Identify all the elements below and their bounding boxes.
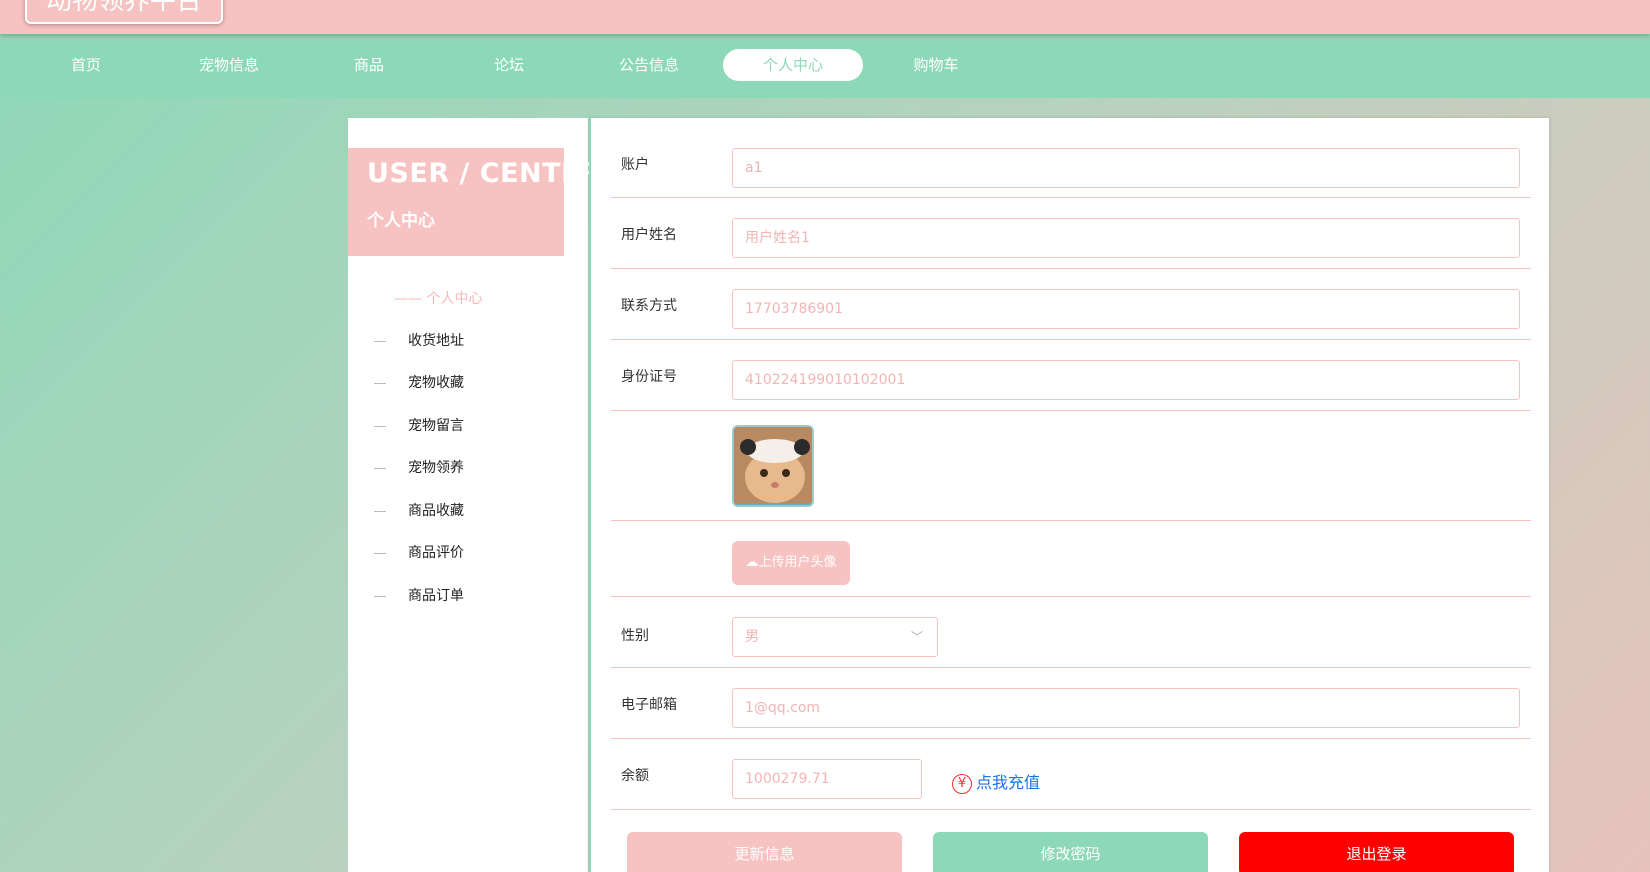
recharge-label: 点我充值 [976,773,1041,792]
user-center-title: USER / CENTER [367,158,602,189]
sidebar-item-product-orders[interactable]: 商品订单 [374,585,574,607]
idcard-field[interactable]: 410224199010102001 [732,360,1520,400]
nav-forum[interactable]: 论坛 [439,49,579,81]
cat-avatar-icon [734,427,812,505]
idcard-label: 身份证号 [621,369,677,385]
dash-icon [374,595,386,597]
form-row-idcard: 身份证号 410224199010102001 [611,340,1531,411]
balance-label: 余额 [621,768,649,784]
form-row-gender: 性别 男 ﹀ [611,597,1531,668]
nav-announcements[interactable]: 公告信息 [579,49,719,81]
top-bar: 动物领养平台 [0,0,1650,34]
email-label: 电子邮箱 [621,697,677,713]
yen-icon: ¥ [952,773,972,794]
dash-icon [374,382,386,384]
site-title: 动物领养平台 [45,0,202,16]
sidebar-item-label: 商品收藏 [408,503,464,519]
sidebar-item-label: 商品评价 [408,545,464,561]
nav-user-center[interactable]: 个人中心 [723,49,863,81]
form-row-username: 用户姓名 用户姓名1 [611,198,1531,269]
account-field[interactable]: a1 [732,148,1520,188]
dash-icon [374,510,386,512]
nav-cart[interactable]: 购物车 [866,49,1006,81]
sidebar-item-shipping-address[interactable]: 收货地址 [374,330,574,352]
form-row-email: 电子邮箱 1@qq.com [611,668,1531,739]
sidebar-item-product-favorites[interactable]: 商品收藏 [374,500,574,522]
user-center-header: USER / CENTER 个人中心 [348,148,601,256]
dash-icon [374,340,386,342]
upload-avatar-label: 上传用户头像 [758,555,837,570]
change-password-button[interactable]: 修改密码 [933,832,1208,872]
account-label: 账户 [621,157,649,173]
sidebar-item-label: 宠物领养 [408,460,464,476]
dash-icon [374,552,386,554]
chevron-down-icon: ﹀ [910,630,923,644]
recharge-link[interactable]: ¥ 点我充值 [952,769,1040,794]
sidebar-item-label: 收货地址 [408,333,464,349]
gender-label: 性别 [621,628,649,644]
logout-button[interactable]: 退出登录 [1239,832,1514,872]
sidebar-item-pet-messages[interactable]: 宠物留言 [374,415,574,437]
upload-avatar-button[interactable]: ☁上传用户头像 [732,541,850,585]
sidebar-item-pet-adoption[interactable]: 宠物领养 [374,457,574,479]
user-center-subtitle: 个人中心 [367,211,435,231]
dash-icon [374,425,386,427]
sidebar-item-label: 商品订单 [408,588,464,604]
form-row-balance: 余额 1000279.71 ¥ 点我充值 [611,739,1531,810]
email-field[interactable]: 1@qq.com [732,688,1520,728]
sidebar-item-product-reviews[interactable]: 商品评价 [374,542,574,564]
username-field[interactable]: 用户姓名1 [732,218,1520,258]
form-row-phone: 联系方式 17703786901 [611,269,1531,340]
nav-pet-info[interactable]: 宠物信息 [159,49,299,81]
gender-select[interactable]: 男 ﹀ [732,617,938,657]
update-info-button[interactable]: 更新信息 [627,832,902,872]
cloud-upload-icon: ☁ [745,555,759,570]
sidebar-item-label: 宠物留言 [408,418,464,434]
gender-selected-value: 男 [745,629,759,645]
phone-field[interactable]: 17703786901 [732,289,1520,329]
site-logo[interactable]: 动物领养平台 [25,0,223,24]
phone-label: 联系方式 [621,298,677,314]
username-label: 用户姓名 [621,227,677,243]
sidebar: USER / CENTER 个人中心 —— 个人中心 收货地址 宠物收藏 宠物留… [348,118,601,872]
sidebar-item-label: 宠物收藏 [408,375,464,391]
nav-products[interactable]: 商品 [299,49,439,81]
sidebar-item-pet-favorites[interactable]: 宠物收藏 [374,372,574,394]
sidebar-item-user-center[interactable]: —— 个人中心 [394,288,482,308]
main-nav: 首页 宠物信息 商品 论坛 公告信息 个人中心 购物车 [0,34,1650,98]
form-row-account: 账户 a1 [611,140,1531,198]
form-row-upload: ☁上传用户头像 [611,521,1531,597]
profile-form: 账户 a1 用户姓名 用户姓名1 联系方式 17703786901 身份证号 4… [589,118,1549,872]
avatar [732,425,814,507]
dash-icon [374,467,386,469]
form-row-avatar [611,411,1531,521]
nav-home[interactable]: 首页 [16,49,156,81]
balance-field[interactable]: 1000279.71 [732,759,922,799]
